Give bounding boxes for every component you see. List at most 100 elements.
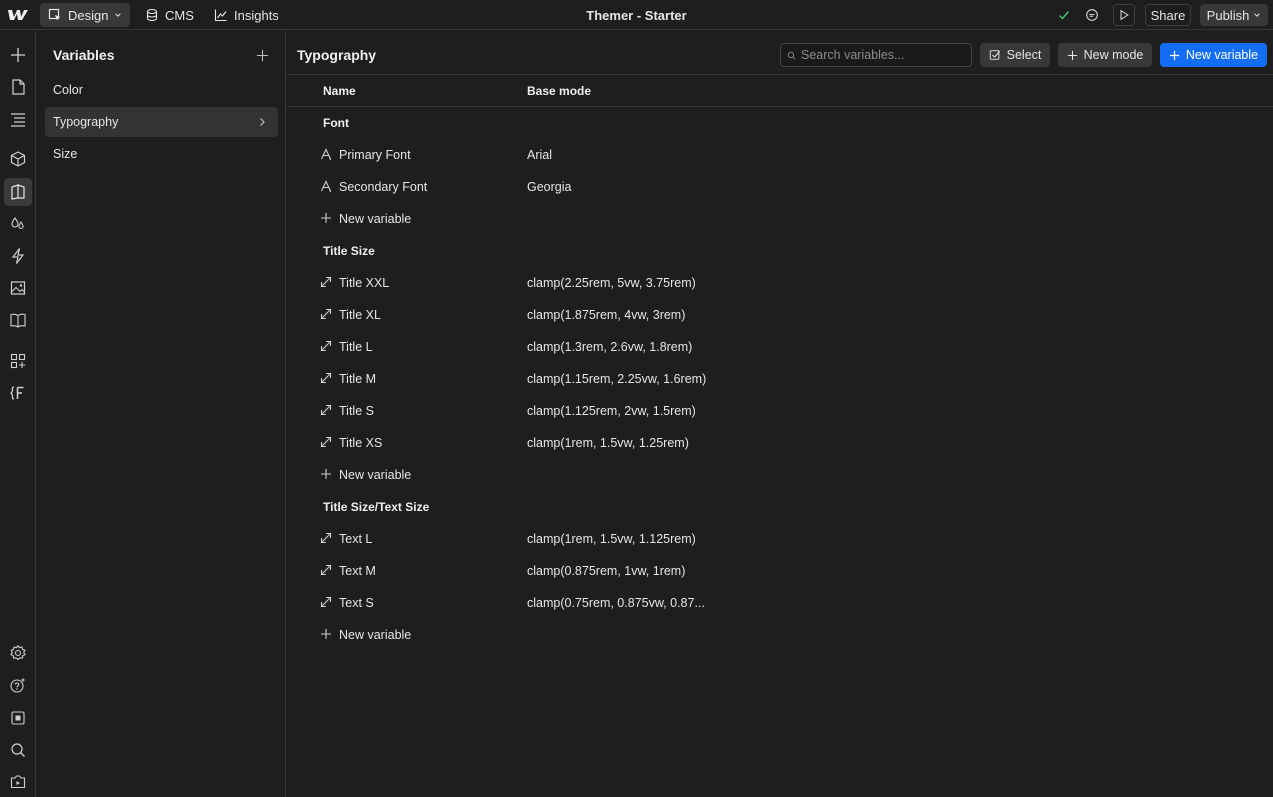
- apps-icon[interactable]: [4, 347, 32, 375]
- collection-label: Color: [53, 83, 83, 97]
- video-icon[interactable]: [4, 768, 32, 796]
- size-arrow-icon: [320, 436, 332, 448]
- size-arrow-icon: [320, 596, 332, 608]
- new-variable-button[interactable]: New variable: [1160, 43, 1267, 67]
- navigator-icon[interactable]: [4, 105, 32, 133]
- preview-play-icon[interactable]: [1113, 4, 1135, 26]
- comments-icon[interactable]: [1081, 4, 1103, 26]
- variable-name[interactable]: Text M: [339, 564, 376, 578]
- group-label: Title Size/Text Size: [323, 500, 430, 514]
- variable-row[interactable]: Title S clamp(1.125rem, 2vw, 1.5rem): [287, 395, 1273, 427]
- chevron-down-icon: [115, 13, 122, 17]
- finsweet-icon[interactable]: [4, 379, 32, 407]
- variable-value[interactable]: clamp(1.15rem, 2.25vw, 1.6rem): [527, 372, 706, 386]
- page-icon[interactable]: [4, 73, 32, 101]
- saved-check-icon: [1053, 4, 1075, 26]
- variable-value[interactable]: clamp(2.25rem, 5vw, 3.75rem): [527, 276, 696, 290]
- tab-design-label: Design: [68, 7, 109, 23]
- plus-icon: [256, 49, 268, 61]
- variable-name[interactable]: Title XXL: [339, 276, 389, 290]
- group-row[interactable]: Title Size: [287, 235, 1273, 267]
- add-collection-button[interactable]: [253, 46, 271, 64]
- group-row[interactable]: Font: [287, 107, 1273, 139]
- page-title: Typography: [297, 47, 377, 63]
- variable-value[interactable]: clamp(1.125rem, 2vw, 1.5rem): [527, 404, 696, 418]
- tab-insights[interactable]: Insights: [206, 3, 287, 27]
- interactions-icon[interactable]: [4, 242, 32, 270]
- plus-icon: [1169, 50, 1179, 60]
- variable-name[interactable]: Title XS: [339, 436, 382, 450]
- search-input[interactable]: [801, 48, 961, 62]
- add-variable-row[interactable]: New variable: [287, 619, 1273, 651]
- collection-item-typography[interactable]: Typography: [45, 107, 278, 137]
- main-header: Typography Select New mode New variable: [287, 31, 1273, 75]
- variable-value[interactable]: clamp(0.875rem, 1vw, 1rem): [527, 564, 685, 578]
- variables-icon[interactable]: [4, 178, 32, 206]
- collection-label: Size: [53, 147, 78, 161]
- checkbox-icon: [989, 50, 1000, 60]
- variable-name[interactable]: Title XL: [339, 308, 381, 322]
- tab-cms[interactable]: CMS: [137, 3, 202, 27]
- variable-row[interactable]: Title L clamp(1.3rem, 2.6vw, 1.8rem): [287, 331, 1273, 363]
- collection-item-size[interactable]: Size: [45, 139, 278, 169]
- new-variable-label: New variable: [1185, 48, 1259, 62]
- library-icon[interactable]: [4, 306, 32, 334]
- add-variable-row[interactable]: New variable: [287, 203, 1273, 235]
- variable-row[interactable]: Title XL clamp(1.875rem, 4vw, 3rem): [287, 299, 1273, 331]
- stop-icon[interactable]: [4, 704, 32, 732]
- variable-name[interactable]: Title M: [339, 372, 376, 386]
- assets-icon[interactable]: [4, 274, 32, 302]
- tab-design[interactable]: Design: [40, 3, 131, 27]
- new-mode-button[interactable]: New mode: [1058, 43, 1152, 67]
- font-icon: [320, 180, 332, 192]
- chevron-down-icon: [1254, 13, 1261, 17]
- column-header-base-mode: Base mode: [527, 84, 592, 98]
- size-arrow-icon: [320, 532, 332, 544]
- help-icon[interactable]: [4, 671, 32, 699]
- plus-icon: [320, 628, 332, 640]
- add-variable-label[interactable]: New variable: [339, 468, 411, 482]
- variable-value[interactable]: Georgia: [527, 180, 571, 194]
- variable-value[interactable]: clamp(1.875rem, 4vw, 3rem): [527, 308, 685, 322]
- share-button[interactable]: Share: [1145, 4, 1191, 26]
- settings-icon[interactable]: [4, 639, 32, 667]
- variable-name[interactable]: Text S: [339, 596, 374, 610]
- variable-row[interactable]: Text L clamp(1rem, 1.5vw, 1.125rem): [287, 523, 1273, 555]
- search-box[interactable]: [780, 43, 972, 67]
- add-variable-label[interactable]: New variable: [339, 628, 411, 642]
- webflow-logo-icon[interactable]: [7, 7, 29, 23]
- variable-row[interactable]: Secondary Font Georgia: [287, 171, 1273, 203]
- variable-name[interactable]: Primary Font: [339, 148, 411, 162]
- variable-row[interactable]: Primary Font Arial: [287, 139, 1273, 171]
- size-arrow-icon: [320, 372, 332, 384]
- variable-name[interactable]: Secondary Font: [339, 180, 427, 194]
- variable-value[interactable]: clamp(0.75rem, 0.875vw, 0.87...: [527, 596, 705, 610]
- select-button[interactable]: Select: [980, 43, 1050, 67]
- collection-item-color[interactable]: Color: [45, 75, 278, 105]
- database-icon: [146, 8, 158, 22]
- variable-name[interactable]: Text L: [339, 532, 372, 546]
- variable-row[interactable]: Text S clamp(0.75rem, 0.875vw, 0.87...: [287, 587, 1273, 619]
- variable-name[interactable]: Title S: [339, 404, 374, 418]
- size-arrow-icon: [320, 404, 332, 416]
- group-row[interactable]: Title Size/Text Size: [287, 491, 1273, 523]
- variable-row[interactable]: Title M clamp(1.15rem, 2.25vw, 1.6rem): [287, 363, 1273, 395]
- variable-row[interactable]: Text M clamp(0.875rem, 1vw, 1rem): [287, 555, 1273, 587]
- variable-value[interactable]: Arial: [527, 148, 552, 162]
- chevron-right-icon: [260, 118, 265, 126]
- publish-button[interactable]: Publish: [1200, 4, 1268, 26]
- add-variable-row[interactable]: New variable: [287, 459, 1273, 491]
- variable-row[interactable]: Title XS clamp(1rem, 1.5vw, 1.25rem): [287, 427, 1273, 459]
- search-icon[interactable]: [4, 736, 32, 764]
- variable-value[interactable]: clamp(1rem, 1.5vw, 1.125rem): [527, 532, 696, 546]
- size-arrow-icon: [320, 564, 332, 576]
- variable-value[interactable]: clamp(1.3rem, 2.6vw, 1.8rem): [527, 340, 692, 354]
- components-icon[interactable]: [4, 145, 32, 173]
- add-variable-label[interactable]: New variable: [339, 212, 411, 226]
- styles-icon[interactable]: [4, 210, 32, 238]
- variable-row[interactable]: Title XXL clamp(2.25rem, 5vw, 3.75rem): [287, 267, 1273, 299]
- variable-value[interactable]: clamp(1rem, 1.5vw, 1.25rem): [527, 436, 689, 450]
- plus-icon[interactable]: [4, 41, 32, 69]
- variables-panel-title: Variables: [53, 47, 115, 63]
- variable-name[interactable]: Title L: [339, 340, 373, 354]
